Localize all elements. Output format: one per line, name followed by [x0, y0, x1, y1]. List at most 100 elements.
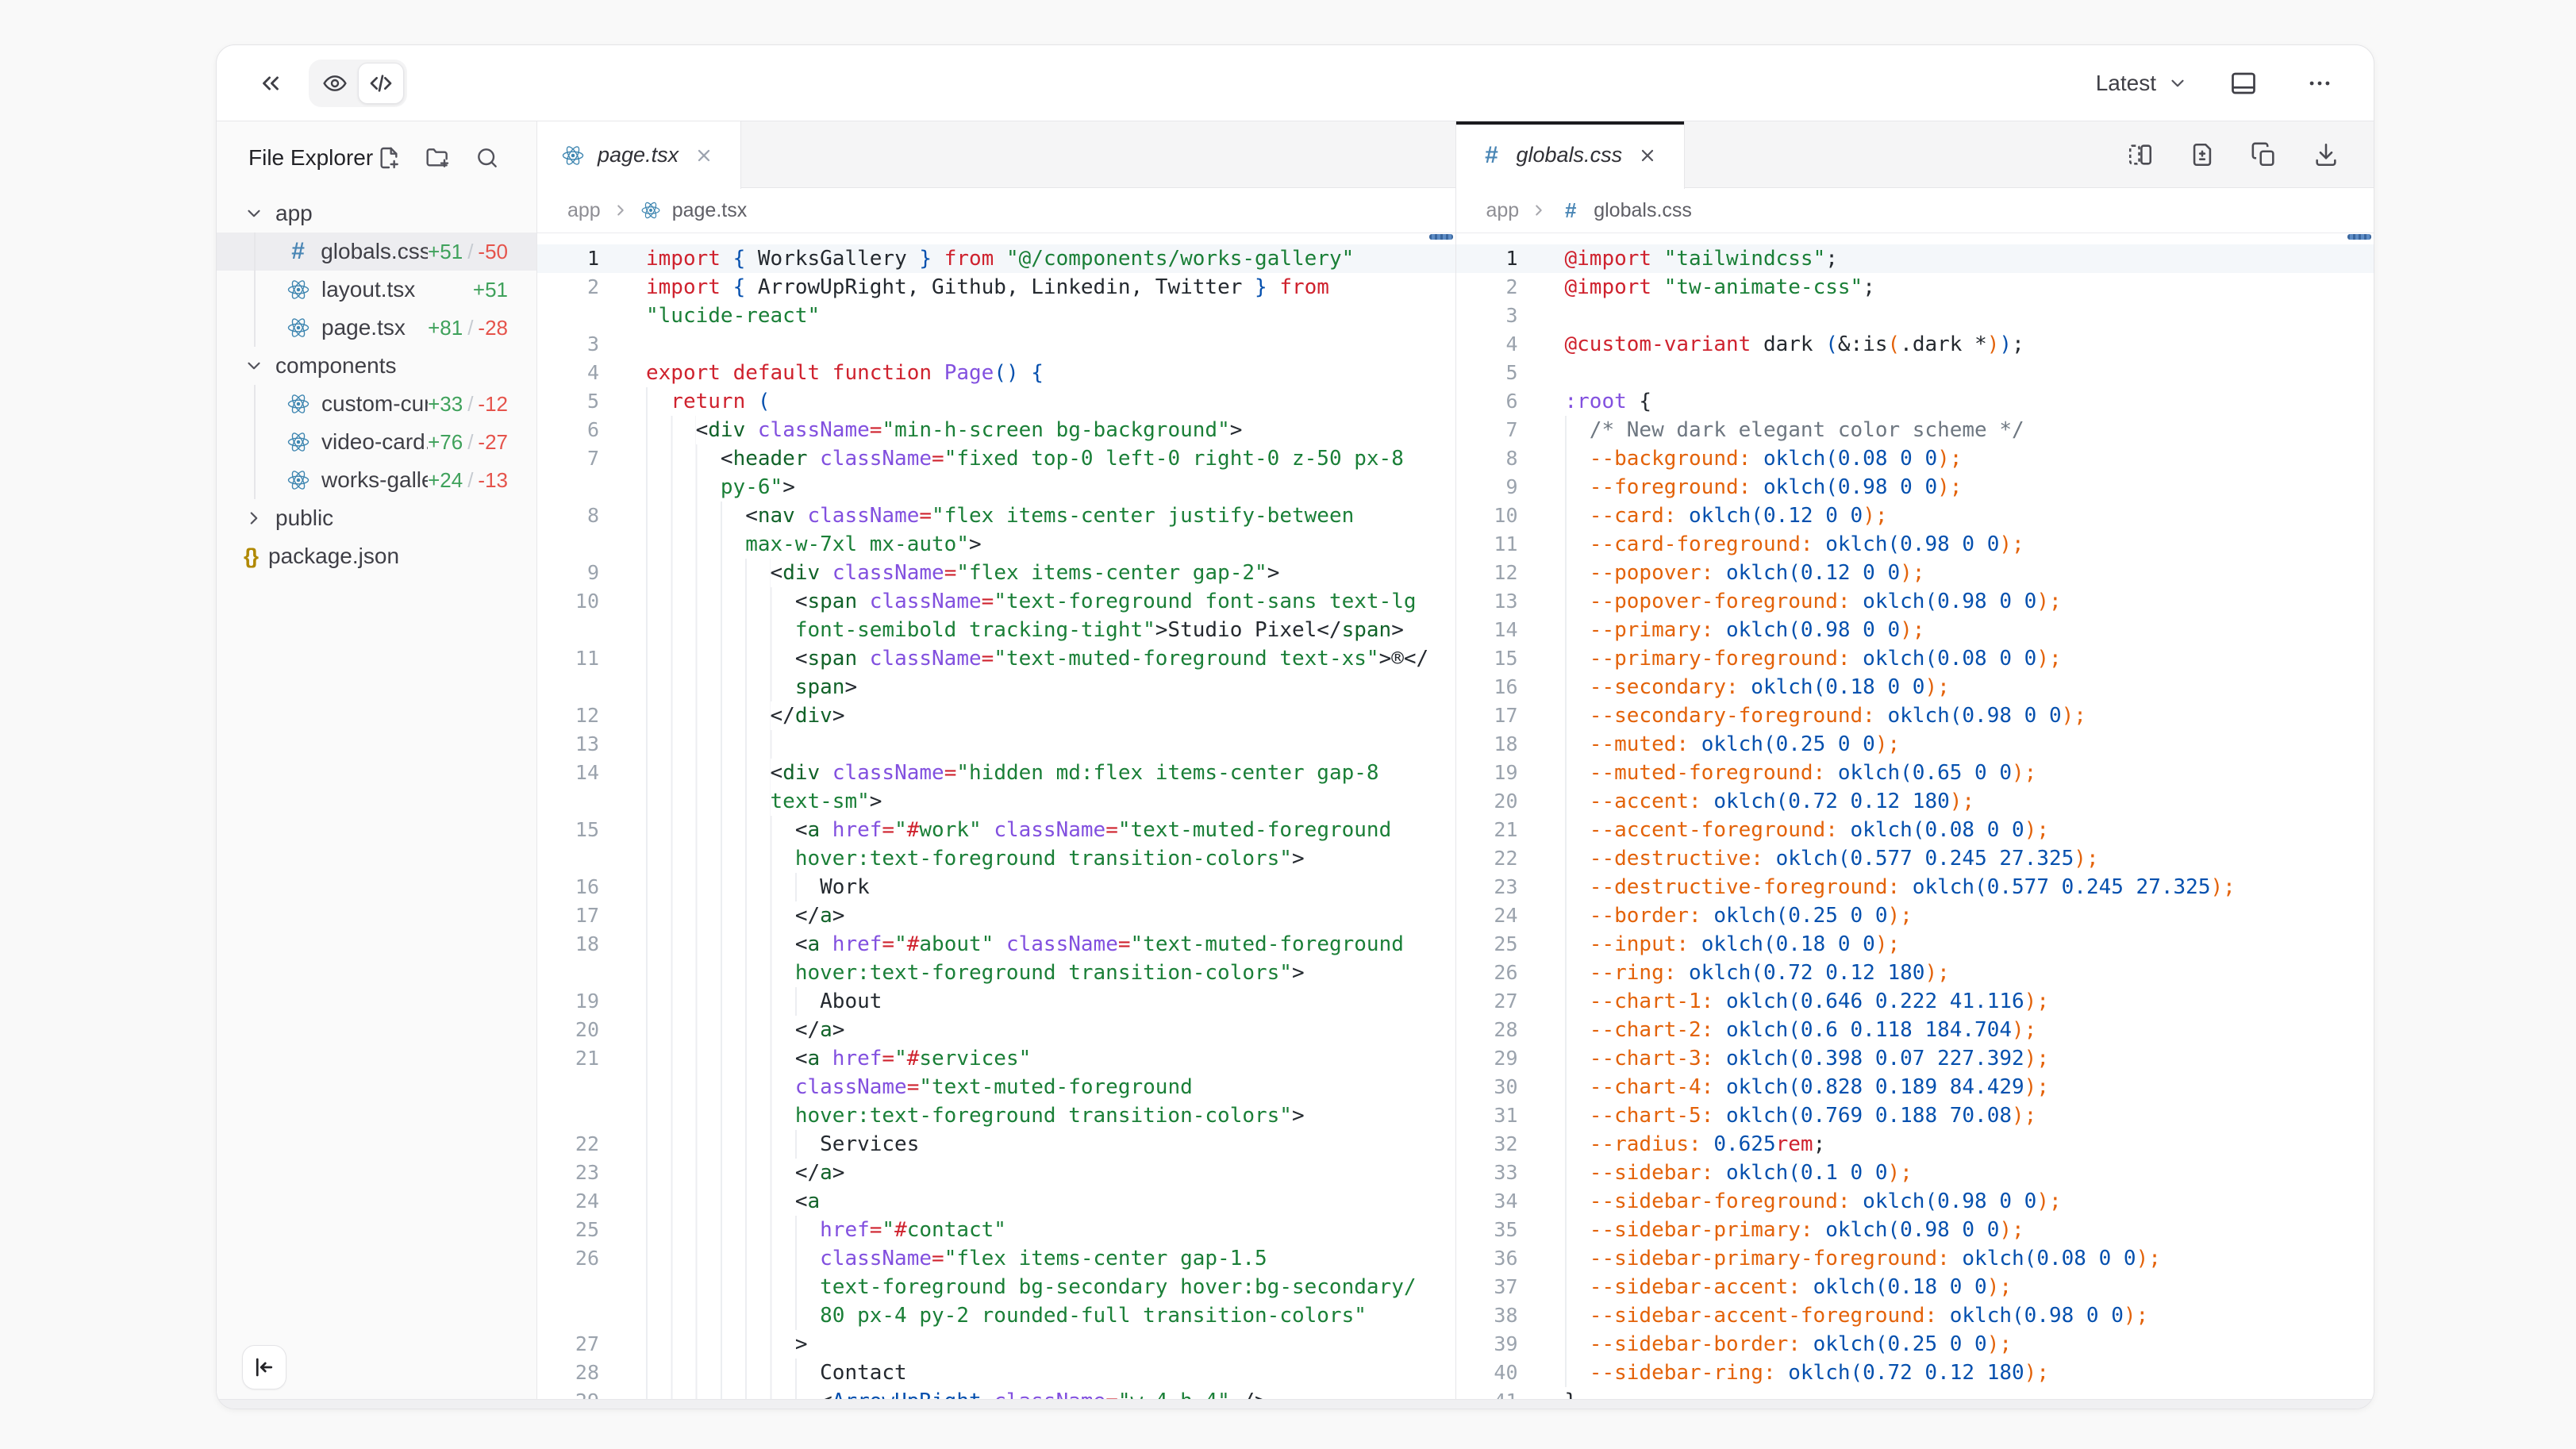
breadcrumb-file[interactable]: globals.css — [1594, 199, 1692, 222]
code-line[interactable]: 40--sidebar-ring: oklch(0.72 0.12 180); — [1456, 1359, 2374, 1387]
code-line[interactable]: 10<span className="text-foreground font-… — [537, 587, 1455, 616]
code-line[interactable]: 6:root { — [1456, 387, 2374, 416]
version-selector[interactable]: Latest — [2096, 71, 2188, 96]
code-line[interactable]: 19About — [537, 987, 1455, 1016]
code-line[interactable]: font-semibold tracking-tight">Studio Pix… — [537, 616, 1455, 644]
code-line[interactable]: 12</div> — [537, 701, 1455, 730]
code-line[interactable]: 33--sidebar: oklch(0.1 0 0); — [1456, 1159, 2374, 1187]
code-line[interactable]: 14<div className="hidden md:flex items-c… — [537, 759, 1455, 787]
code-line[interactable]: 4@custom-variant dark (&:is(.dark *)); — [1456, 330, 2374, 359]
code-line[interactable]: 22Services — [537, 1130, 1455, 1159]
new-file-button[interactable] — [375, 144, 403, 172]
scroll-indicator[interactable] — [1429, 234, 1453, 240]
code-line[interactable]: 80 px-4 py-2 rounded-full transition-col… — [537, 1301, 1455, 1330]
code-line[interactable]: 11--card-foreground: oklch(0.98 0 0); — [1456, 530, 2374, 559]
collapse-sidebar-button[interactable] — [242, 1345, 286, 1389]
collapse-panel-button[interactable] — [250, 63, 291, 104]
code-line[interactable]: 23</a> — [537, 1159, 1455, 1187]
horizontal-scrollbar-track[interactable] — [217, 1399, 2374, 1409]
close-tab-button[interactable] — [1635, 143, 1660, 168]
code-line[interactable]: 3 — [1456, 302, 2374, 330]
file-tree-item-page-tsx[interactable]: page.tsx+81/-28 — [217, 309, 536, 347]
code-line[interactable]: hover:text-foreground transition-colors"… — [537, 844, 1455, 873]
scroll-indicator[interactable] — [2347, 234, 2371, 240]
file-tree-item-components[interactable]: components — [217, 347, 536, 385]
code-line[interactable]: 28Contact — [537, 1359, 1455, 1387]
code-line[interactable]: 3 — [537, 330, 1455, 359]
code-line[interactable]: 30--chart-4: oklch(0.828 0.189 84.429); — [1456, 1073, 2374, 1101]
code-line[interactable]: 28--chart-2: oklch(0.6 0.118 184.704); — [1456, 1016, 2374, 1044]
code-line[interactable]: 21--accent-foreground: oklch(0.08 0 0); — [1456, 816, 2374, 844]
code-line[interactable]: 32--radius: 0.625rem; — [1456, 1130, 2374, 1159]
code-line[interactable]: 13 — [537, 730, 1455, 759]
close-tab-button[interactable] — [691, 143, 717, 168]
code-line[interactable]: 38--sidebar-accent-foreground: oklch(0.9… — [1456, 1301, 2374, 1330]
code-line[interactable]: 25href="#contact" — [537, 1216, 1455, 1244]
code-line[interactable]: 20</a> — [537, 1016, 1455, 1044]
code-line[interactable]: 22--destructive: oklch(0.577 0.245 27.32… — [1456, 844, 2374, 873]
code-line[interactable]: text-sm"> — [537, 787, 1455, 816]
code-line[interactable]: 6<div className="min-h-screen bg-backgro… — [537, 416, 1455, 444]
file-tree-item-globals-css[interactable]: #globals.css+51/-50 — [217, 233, 536, 271]
search-files-button[interactable] — [473, 144, 502, 172]
code-line[interactable]: 7/* New dark elegant color scheme */ — [1456, 416, 2374, 444]
code-line[interactable]: 26--ring: oklch(0.72 0.12 180); — [1456, 959, 2374, 987]
new-folder-button[interactable] — [424, 144, 452, 172]
file-tree-item-package-json[interactable]: {}package.json — [217, 537, 536, 575]
code-line[interactable]: 24<a — [537, 1187, 1455, 1216]
code-line[interactable]: 2@import "tw-animate-css"; — [1456, 273, 2374, 302]
code-line[interactable]: hover:text-foreground transition-colors"… — [537, 959, 1455, 987]
code-line[interactable]: hover:text-foreground transition-colors"… — [537, 1101, 1455, 1130]
code-line[interactable]: 18<a href="#about" className="text-muted… — [537, 930, 1455, 959]
code-line[interactable]: text-foreground bg-secondary hover:bg-se… — [537, 1273, 1455, 1301]
code-editor-globals-css[interactable]: 1@import "tailwindcss";2@import "tw-anim… — [1456, 233, 2374, 1401]
code-line[interactable]: 8<nav className="flex items-center justi… — [537, 502, 1455, 530]
code-line[interactable]: 27--chart-1: oklch(0.646 0.222 41.116); — [1456, 987, 2374, 1016]
code-line[interactable]: 16Work — [537, 873, 1455, 901]
tab-globals-css[interactable]: # globals.css — [1456, 121, 1686, 189]
code-line[interactable]: 34--sidebar-foreground: oklch(0.98 0 0); — [1456, 1187, 2374, 1216]
file-tree-item-video-card-tsx[interactable]: video-card.tsx+76/-27 — [217, 423, 536, 461]
code-line[interactable]: 15--primary-foreground: oklch(0.08 0 0); — [1456, 644, 2374, 673]
code-line[interactable]: 31--chart-5: oklch(0.769 0.188 70.08); — [1456, 1101, 2374, 1130]
code-line[interactable]: py-6"> — [537, 473, 1455, 502]
file-tree-item-works-galler-[interactable]: works-galler…+24/-13 — [217, 461, 536, 499]
code-line[interactable]: 1import { WorksGallery } from "@/compone… — [537, 244, 1455, 273]
breadcrumb-file[interactable]: page.tsx — [672, 199, 748, 222]
preview-toggle-button[interactable] — [312, 63, 358, 104]
code-line[interactable]: 18--muted: oklch(0.25 0 0); — [1456, 730, 2374, 759]
code-line[interactable]: 11<span className="text-muted-foreground… — [537, 644, 1455, 673]
more-options-button[interactable] — [2299, 63, 2340, 104]
code-line[interactable]: 7<header className="fixed top-0 left-0 r… — [537, 444, 1455, 473]
code-line[interactable]: 39--sidebar-border: oklch(0.25 0 0); — [1456, 1330, 2374, 1359]
code-line[interactable]: 19--muted-foreground: oklch(0.65 0 0); — [1456, 759, 2374, 787]
code-line[interactable]: 35--sidebar-primary: oklch(0.98 0 0); — [1456, 1216, 2374, 1244]
split-editor-button[interactable] — [2126, 140, 2155, 169]
copy-code-button[interactable] — [2250, 140, 2278, 169]
code-line[interactable]: 4export default function Page() { — [537, 359, 1455, 387]
code-line[interactable]: 17</a> — [537, 901, 1455, 930]
code-editor-page-tsx[interactable]: 1import { WorksGallery } from "@/compone… — [537, 233, 1455, 1401]
file-tree-item-public[interactable]: public — [217, 499, 536, 537]
breadcrumb-root[interactable]: app — [1486, 199, 1520, 222]
code-line[interactable]: 9<div className="flex items-center gap-2… — [537, 559, 1455, 587]
code-line[interactable]: 12--popover: oklch(0.12 0 0); — [1456, 559, 2374, 587]
code-line[interactable]: 26className="flex items-center gap-1.5 — [537, 1244, 1455, 1273]
code-line[interactable]: 14--primary: oklch(0.98 0 0); — [1456, 616, 2374, 644]
code-line[interactable]: 25--input: oklch(0.18 0 0); — [1456, 930, 2374, 959]
file-tree-item-app[interactable]: app — [217, 194, 536, 233]
code-line[interactable]: 23--destructive-foreground: oklch(0.577 … — [1456, 873, 2374, 901]
download-button[interactable] — [2312, 140, 2340, 169]
code-line[interactable]: 5 — [1456, 359, 2374, 387]
code-line[interactable]: 5return ( — [537, 387, 1455, 416]
code-line[interactable]: 10--card: oklch(0.12 0 0); — [1456, 502, 2374, 530]
code-line[interactable]: 27> — [537, 1330, 1455, 1359]
code-line[interactable]: 16--secondary: oklch(0.18 0 0); — [1456, 673, 2374, 701]
code-line[interactable]: 13--popover-foreground: oklch(0.98 0 0); — [1456, 587, 2374, 616]
code-line[interactable]: "lucide-react" — [537, 302, 1455, 330]
file-tree-item-custom-curs-[interactable]: custom-curs…+33/-12 — [217, 385, 536, 423]
code-line[interactable]: 37--sidebar-accent: oklch(0.18 0 0); — [1456, 1273, 2374, 1301]
breadcrumb-root[interactable]: app — [567, 199, 601, 222]
code-toggle-button[interactable] — [358, 63, 404, 104]
code-line[interactable]: 36--sidebar-primary-foreground: oklch(0.… — [1456, 1244, 2374, 1273]
